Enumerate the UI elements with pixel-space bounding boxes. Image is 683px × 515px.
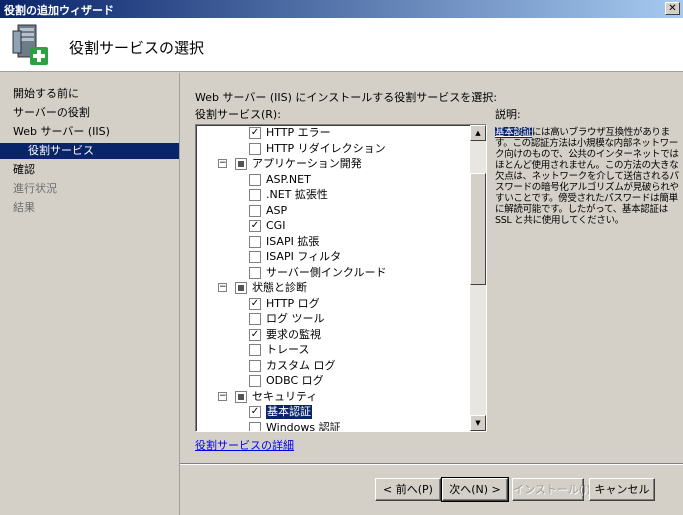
tree-item-label: HTTP ログ (266, 296, 320, 310)
tree-row[interactable]: サーバー側インクルード (196, 266, 466, 280)
nav-step-before-you-begin[interactable]: 開始する前に (0, 86, 179, 102)
tree-item-label: セキュリティ (252, 389, 318, 403)
checkbox[interactable] (249, 235, 261, 248)
checkbox[interactable] (249, 266, 261, 279)
content-area: Web サーバー (IIS) にインストールする役割サービスを選択: 役割サービ… (179, 73, 683, 515)
instruction-text: Web サーバー (IIS) にインストールする役割サービスを選択: (195, 91, 497, 104)
tree-item-label: ログ ツール (266, 312, 325, 325)
scroll-down-icon[interactable]: ▼ (470, 415, 486, 431)
nav-step-confirmation[interactable]: 確認 (0, 162, 179, 178)
role-services-tree[interactable]: ✓ HTTP エラー HTTP リダイレクション − アプリケーション開発 ASP.NET… (195, 124, 487, 432)
wizard-header: 役割サービスの選択 (0, 18, 683, 72)
title-bar: 役割の追加ウィザード ✕ (0, 0, 683, 18)
install-button: インストール(I) (512, 478, 591, 501)
collapse-icon[interactable]: − (218, 283, 227, 292)
checkbox[interactable] (249, 204, 261, 217)
tree-item-label: カスタム ログ (266, 358, 336, 372)
tree-item-label: .NET 拡張性 (266, 188, 328, 201)
tree-item-label: HTTP リダイレクション (266, 141, 386, 155)
close-icon[interactable]: ✕ (665, 2, 680, 15)
checkbox[interactable] (235, 158, 247, 170)
checkbox[interactable] (235, 390, 247, 403)
checkbox[interactable]: ✓ (249, 406, 261, 418)
button-separator (180, 463, 683, 465)
tree-item-label: サーバー側インクルード (266, 265, 387, 279)
tree-item-label: ISAPI 拡張 (266, 234, 320, 248)
checkbox[interactable] (249, 142, 261, 155)
tree-row[interactable]: − 状態と診断 (196, 281, 466, 295)
tree-item-label: CGI (266, 219, 286, 232)
tree-row[interactable]: ASP (196, 204, 466, 218)
wizard-steps-nav: 開始する前に サーバーの役割 Web サーバー (IIS) 役割サービス 確認 … (0, 73, 179, 515)
scroll-thumb[interactable] (470, 173, 486, 285)
tree-item-label: ODBC ログ (266, 374, 324, 387)
description-panel: 説明: 基本認証には高いブラウザ互換性があります。この認証方法は小規模な内部ネッ… (495, 106, 681, 226)
tree-row[interactable]: HTTP リダイレクション (196, 142, 466, 156)
checkbox[interactable]: ✓ (249, 297, 261, 310)
tree-row[interactable]: ✓ CGI (196, 219, 466, 233)
nav-step-role-services[interactable]: 役割サービス (0, 143, 179, 159)
tree-item-label: 要求の監視 (266, 327, 321, 341)
collapse-icon[interactable]: − (218, 391, 227, 401)
description-body: 基本認証には高いブラウザ互換性があります。この認証方法は小規模な内部ネットワーク… (495, 127, 681, 226)
basic-auth-link[interactable]: 基本認証 (495, 127, 532, 138)
checkbox[interactable] (249, 173, 261, 186)
tree-row[interactable]: ISAPI 拡張 (196, 235, 466, 249)
description-text: には高いブラウザ互換性があります。この認証方法は小規模な内部ネットワーク向けのも… (495, 127, 679, 226)
checkbox[interactable]: ✓ (249, 220, 261, 232)
tree-row[interactable]: ログ ツール (196, 312, 466, 326)
nav-step-results: 結果 (13, 201, 35, 214)
collapse-icon[interactable]: − (218, 159, 227, 168)
next-button[interactable]: 次へ(N) > (441, 477, 509, 502)
nav-step-server-roles[interactable]: サーバーの役割 (0, 105, 179, 121)
vertical-scrollbar[interactable]: ▲ ▼ (470, 125, 486, 431)
role-services-label: 役割サービス(R): (195, 108, 281, 121)
tree-item-label: ASP (266, 203, 288, 217)
scroll-up-icon[interactable]: ▲ (470, 125, 486, 141)
description-title: 説明: (495, 108, 521, 121)
tree-row[interactable]: ✓ HTTP ログ (196, 297, 466, 311)
checkbox[interactable] (249, 189, 261, 201)
checkbox[interactable] (249, 313, 261, 325)
checkbox[interactable] (249, 344, 261, 356)
tree-row[interactable]: Windows 認証 (196, 420, 466, 432)
window-title: 役割の追加ウィザード (4, 4, 114, 17)
server-add-icon (12, 24, 48, 65)
tree-row[interactable]: カスタム ログ (196, 359, 466, 373)
tree-row[interactable]: − アプリケーション開発 (196, 157, 466, 171)
tree-row[interactable]: ✓ 要求の監視 (196, 328, 466, 342)
checkbox[interactable]: ✓ (249, 328, 261, 341)
nav-step-progress: 進行状況 (13, 182, 57, 195)
tree-row[interactable]: − セキュリティ (196, 390, 466, 404)
checkbox[interactable]: ✓ (249, 127, 261, 139)
tree-item-label: トレース (266, 343, 310, 356)
checkbox[interactable] (235, 282, 247, 294)
checkbox[interactable] (249, 421, 261, 431)
checkbox[interactable] (249, 251, 261, 263)
checkbox[interactable] (249, 375, 261, 387)
tree-row[interactable]: トレース (196, 343, 466, 357)
tree-item-label: アプリケーション開発 (252, 157, 362, 170)
tree-item-label: ISAPI フィルタ (266, 250, 342, 263)
tree-item-label: Windows 認証 (266, 420, 341, 432)
tree-row[interactable]: ISAPI フィルタ (196, 250, 466, 264)
checkbox[interactable] (249, 359, 261, 372)
tree-row[interactable]: ODBC ログ (196, 374, 466, 388)
page-title: 役割サービスの選択 (69, 39, 205, 57)
cancel-button[interactable]: キャンセル (589, 478, 655, 501)
tree-row[interactable]: .NET 拡張性 (196, 188, 466, 202)
tree-item-label: ASP.NET (266, 172, 311, 186)
nav-step-web-server[interactable]: Web サーバー (IIS) (0, 124, 179, 140)
tree-row[interactable]: ✓ HTTP エラー (196, 126, 466, 140)
prev-button[interactable]: < 前へ(P) (375, 478, 441, 501)
role-services-details-link[interactable]: 役割サービスの詳細 (195, 437, 294, 453)
tree-row[interactable]: ASP.NET (196, 173, 466, 187)
tree-item-label: 基本認証 (266, 405, 312, 419)
tree-row[interactable]: ✓ 基本認証 (196, 405, 466, 419)
tree-item-label: HTTP エラー (266, 126, 331, 139)
tree-item-label: 状態と診断 (252, 281, 307, 294)
